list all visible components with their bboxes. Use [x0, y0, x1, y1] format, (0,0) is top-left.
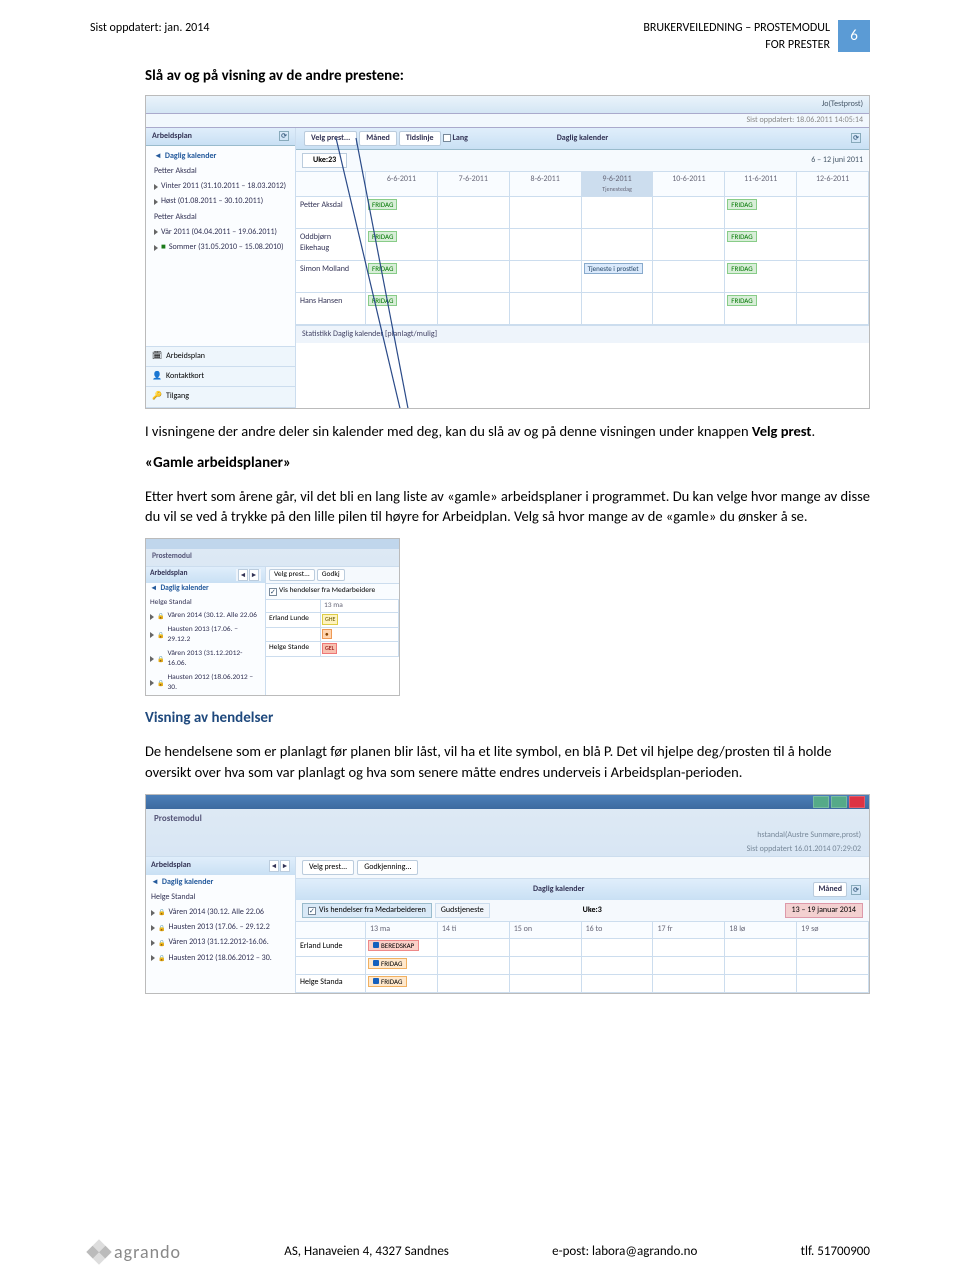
week-label: Uke:23 [302, 153, 347, 168]
logo-icon [86, 1240, 111, 1265]
godkj-button[interactable]: Godkj [317, 569, 345, 582]
prev-icon[interactable]: ◄ [238, 569, 248, 581]
sidebar-item: Vår 2011 (04.04.2011 – 19.06.2011) [150, 225, 291, 240]
ss1-sidebar: Arbeidsplan ⟳ ◄Daglig kalender Petter Ak… [146, 128, 296, 408]
godkjenning-button[interactable]: Godkjenning... [357, 860, 418, 875]
lang-checkbox[interactable] [443, 134, 451, 142]
sidebar-item: Vinter 2011 (31.10.2011 – 18.03.2012) [150, 179, 291, 194]
brand-logo: agrando [90, 1240, 181, 1265]
close-icon[interactable] [849, 796, 865, 808]
ss1-calendar: Velg prest... Måned Tidslinje Lang Dagli… [296, 128, 869, 408]
gudstjeneste-filter[interactable]: Gudstjeneste [435, 903, 490, 918]
paragraph-gamle: Etter hvert som årene går, vil det bli e… [145, 486, 870, 527]
maned-button[interactable]: Måned [813, 882, 847, 897]
refresh-icon[interactable]: ⟳ [279, 131, 289, 141]
chevron-right-icon[interactable] [154, 229, 158, 235]
ss1-userbar: Jo(Testprost) [146, 96, 869, 114]
vis-hendelser-checkbox[interactable] [269, 588, 277, 596]
vis-hendelser-label: Vis hendelser fra Medarbeidere [279, 586, 375, 597]
ss2-sidebar-title: Arbeidsplan [150, 569, 187, 581]
page-footer: agrando AS, Hanaveien 4, 4327 Sandnes e-… [90, 1240, 870, 1265]
nav-tab-tilgang[interactable]: 🔑Tilgang [146, 387, 295, 407]
nav-tab-kontaktkort[interactable]: 👤Kontaktkort [146, 367, 295, 387]
ss3-title: Prostemodul [146, 809, 869, 830]
ss3-calendar-title: Daglig kalender [533, 884, 584, 895]
prev-icon[interactable]: ◄ [269, 860, 279, 872]
next-icon[interactable]: ► [249, 569, 259, 581]
lock-icon: 🔒 [158, 939, 165, 947]
min-icon[interactable] [813, 796, 829, 808]
refresh-icon[interactable]: ⟳ [851, 885, 861, 895]
paragraph-velg-prest: I visningene der andre deler sin kalende… [145, 421, 870, 441]
screenshot-small-arbeidsplan: Prostemodul Arbeidsplan ◄► ◄Daglig kalen… [145, 538, 400, 696]
ss1-calendar-title: Daglig kalender [557, 133, 608, 144]
header-updated: Sist oppdatert: jan. 2014 [90, 20, 209, 37]
refresh-icon[interactable]: ⟳ [851, 133, 861, 143]
blue-p-icon [373, 978, 379, 984]
lock-icon: 🔒 [157, 612, 164, 620]
sidebar-item: ■ Sommer (31.05.2010 – 15.08.2010) [150, 240, 291, 255]
screenshot-wide-calendar: Prostemodul hstandal(Austre Sunmøre,pros… [145, 794, 870, 994]
velg-prest-button[interactable]: Velg prest... [269, 569, 315, 582]
stat-bar[interactable]: Statistikk Daglig kalender [planlagt/mul… [296, 325, 869, 343]
ss1-date-header: 6-6-2011 7-6-2011 8-6-2011 9-6-2011Tjene… [296, 172, 869, 197]
calendar-row: Petter Aksdal FRIDAG FRIDAG [296, 197, 869, 229]
footer-email: e-post: labora@agrando.no [552, 1243, 697, 1261]
header-title-2: FOR PRESTER [643, 37, 830, 54]
date-range: 6 – 12 juni 2011 [811, 155, 863, 166]
sidebar-item: Petter Aksdal [150, 210, 291, 225]
chevron-right-icon[interactable] [154, 184, 158, 190]
lock-icon: 🔒 [158, 924, 165, 932]
ss1-user-role: Jo(Testprost) [822, 99, 863, 110]
ss1-updated-bar: Sist oppdatert: 18.06.2011 14:05:14 [146, 114, 869, 128]
velg-prest-button[interactable]: Velg prest... [304, 131, 357, 146]
tidslinje-button[interactable]: Tidslinje [399, 131, 441, 146]
calendar-row: Hans Hansen FRIDAG FRIDAG [296, 293, 869, 325]
ss3-updated: Sist oppdatert 16.01.2014 07:29:02 [747, 844, 861, 855]
sidebar-item: Petter Aksdal [150, 164, 291, 179]
event-chip[interactable]: FRIDAG [368, 958, 407, 970]
section-title-toggle: Slå av og på visning av de andre presten… [145, 66, 870, 87]
lock-icon: 🔒 [157, 679, 164, 687]
ss3-user-role: hstandal(Austre Sunmøre,prost) [757, 830, 861, 841]
ss3-week-label: Uke:3 [583, 905, 602, 916]
blue-p-icon [373, 942, 379, 948]
page-number-badge: 6 [838, 20, 870, 52]
lock-icon: 🔒 [157, 631, 164, 639]
max-icon[interactable] [831, 796, 847, 808]
ss3-sidebar-title: Arbeidsplan [151, 860, 191, 871]
event-chip[interactable]: FRIDAG [368, 976, 407, 988]
nav-tab-arbeidsplan[interactable]: 🗓Arbeidsplan [146, 347, 295, 367]
chevron-right-icon[interactable] [154, 245, 158, 251]
maned-button[interactable]: Måned [359, 131, 397, 146]
page-header: Sist oppdatert: jan. 2014 BRUKERVEILEDNI… [90, 20, 870, 54]
section-title-hendelser: Visning av hendelser [145, 708, 870, 729]
footer-address: AS, Hanaveien 4, 4327 Sandnes [284, 1243, 449, 1261]
chevron-right-icon[interactable] [154, 199, 158, 205]
sidebar-item: Høst (01.08.2011 – 30.10.2011) [150, 194, 291, 209]
ss1-updated: Sist oppdatert: 18.06.2011 14:05:14 [746, 115, 863, 126]
calendar-row: Oddbjørn Eikehaug FRIDAG FRIDAG [296, 229, 869, 261]
next-icon[interactable]: ► [280, 860, 290, 872]
ss3-date-range: 13 – 19 januar 2014 [785, 903, 863, 918]
header-title-1: BRUKERVEILEDNING – PROSTEMODUL [643, 20, 830, 37]
paragraph-hendelser: De hendelsene som er planlagt før planen… [145, 741, 870, 782]
calendar-row: Simon Molland FRIDAG Tjeneste i prostiet… [296, 261, 869, 293]
blue-p-icon [373, 960, 379, 966]
lock-icon: 🔒 [158, 908, 165, 916]
event-chip[interactable]: BEREDSKAP [368, 940, 419, 952]
vis-hendelser-checkbox[interactable] [308, 907, 316, 915]
lock-icon: 🔒 [157, 655, 164, 663]
section-title-gamle: «Gamle arbeidsplaner» [145, 453, 870, 474]
footer-phone: tlf. 51700900 [801, 1243, 870, 1261]
ss2-title: Prostemodul [146, 549, 399, 566]
screenshot-calendar-main: Jo(Testprost) Sist oppdatert: 18.06.2011… [145, 95, 870, 409]
velg-prest-button[interactable]: Velg prest... [302, 860, 354, 875]
lock-icon: 🔒 [158, 954, 165, 962]
sidebar-item-daily: ◄Daglig kalender [150, 149, 291, 164]
ss1-sidebar-title: Arbeidsplan [152, 131, 192, 142]
